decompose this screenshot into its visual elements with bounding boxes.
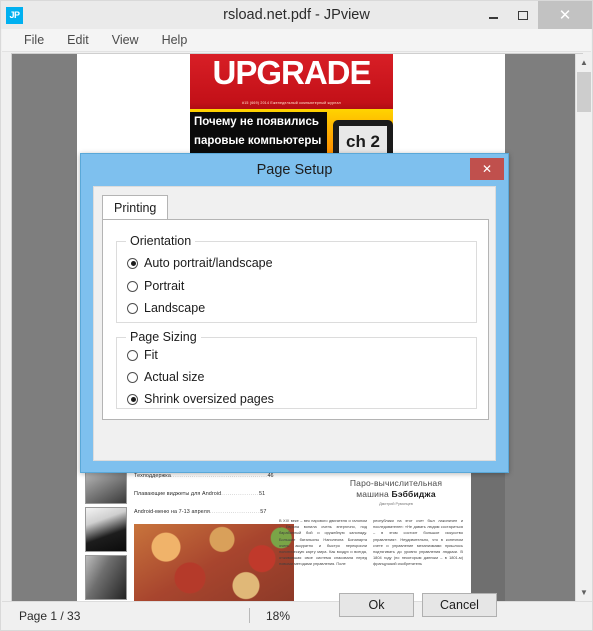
- application-window: JP rsload.net.pdf - JPview ✕ File Edit V…: [0, 0, 593, 631]
- article-column: Паро-вычислительная машина Бэббиджа Дмит…: [279, 470, 505, 601]
- article-body-column-1: В XIX веке – век парового двигателя и га…: [279, 518, 367, 567]
- product-thumbnail: [85, 555, 127, 600]
- cancel-button[interactable]: Cancel: [422, 593, 497, 617]
- dialog-close-button[interactable]: ✕: [470, 158, 504, 180]
- minimize-button[interactable]: [478, 1, 508, 29]
- magazine-headline: Почему не появились паровые компьютеры: [190, 112, 327, 153]
- toc-entry-page: 46: [267, 473, 274, 479]
- article-author: Дмитрий Румянцев: [379, 502, 413, 506]
- toc-entry-title: Техподдержка: [134, 473, 171, 479]
- radio-indicator: [127, 257, 138, 269]
- radio-indicator: [127, 302, 138, 314]
- minimize-icon: [488, 17, 498, 19]
- scroll-up-icon[interactable]: ▲: [576, 54, 592, 71]
- toc-entry-page: 57: [260, 509, 267, 515]
- radio-label: Auto portrait/landscape: [144, 256, 273, 270]
- close-icon: ✕: [481, 162, 493, 176]
- radio-label: Shrink oversized pages: [144, 392, 274, 406]
- radio-indicator: [127, 393, 138, 405]
- title-bar: JP rsload.net.pdf - JPview ✕: [1, 1, 592, 29]
- menu-item-edit[interactable]: Edit: [58, 30, 98, 50]
- headline-line-1: Почему не появились: [194, 116, 319, 128]
- toc-entry: Android-меню на 7-13 апреля.............…: [134, 509, 266, 515]
- maximize-icon: [518, 10, 528, 20]
- page-lower-content: Техподдержка............................…: [77, 459, 505, 601]
- menu-item-view[interactable]: View: [103, 30, 148, 50]
- radio-portrait[interactable]: Portrait: [127, 279, 184, 293]
- toc-entry-title: Плавающие виджеты для Android: [134, 491, 222, 497]
- article-title-line-1: Паро-вычислительная: [349, 478, 443, 488]
- page-setup-dialog: Page Setup ✕ Printing Orientation Auto p…: [80, 153, 509, 617]
- menu-bar: File Edit View Help: [2, 29, 591, 52]
- toc-entry-dots: ........................................…: [170, 473, 268, 479]
- ok-button[interactable]: Ok: [339, 593, 414, 617]
- radio-label: Actual size: [144, 370, 205, 384]
- page-sizing-group: Page Sizing Fit Actual size Shrink overs…: [116, 330, 477, 409]
- status-bar: Page 1 / 33 18%: [2, 601, 592, 629]
- radio-indicator: [127, 371, 138, 383]
- magazine-logo-up: UP: [212, 54, 257, 91]
- dialog-tab-strip: Printing: [102, 195, 489, 220]
- article-title-emphasis: Бэббиджа: [391, 489, 436, 499]
- toc-entry-dots: ........................: [209, 509, 261, 515]
- menu-item-file[interactable]: File: [15, 30, 53, 50]
- radio-label: Portrait: [144, 279, 185, 293]
- article-photo: [134, 524, 294, 601]
- article-title: Паро-вычислительная машина Бэббиджа: [301, 478, 491, 500]
- radio-label: Landscape: [144, 301, 206, 315]
- page-sizing-group-label: Page Sizing: [126, 330, 201, 344]
- product-thumbnail-column: [85, 459, 127, 601]
- orientation-group: Orientation Auto portrait/landscape Port…: [116, 234, 477, 323]
- magazine-subtitle: #15 (669) 2014 Еженедельный компьютерный…: [242, 101, 341, 105]
- scrollbar-thumb[interactable]: [577, 72, 591, 112]
- dialog-title: Page Setup: [256, 162, 333, 178]
- app-icon: JP: [6, 6, 23, 24]
- radio-label: Fit: [144, 348, 158, 362]
- product-thumbnail: [85, 507, 127, 552]
- radio-landscape[interactable]: Landscape: [127, 301, 205, 315]
- toc-entry: Техподдержка............................…: [134, 473, 274, 479]
- magazine-logo: UPGRADE: [190, 54, 393, 94]
- radio-shrink-oversized-pages[interactable]: Shrink oversized pages: [127, 392, 274, 406]
- menu-item-help[interactable]: Help: [153, 30, 197, 50]
- toc-entry-title: Android-меню на 7-13 апреля: [134, 509, 210, 515]
- article-sidebar-block: [471, 470, 505, 601]
- radio-fit[interactable]: Fit: [127, 348, 158, 362]
- article-title-line-2: машина: [356, 489, 392, 499]
- scroll-down-icon[interactable]: ▼: [576, 584, 592, 601]
- status-zoom-indicator: 18%: [266, 608, 291, 623]
- toc-entry-page: 51: [259, 491, 266, 497]
- vertical-scrollbar[interactable]: ▲ ▼: [575, 54, 591, 601]
- article-body-column-2: республики на этот счет был лаконичен и …: [373, 518, 463, 567]
- magazine-cover-banner: UPGRADE #15 (669) 2014 Еженедельный комп…: [190, 54, 393, 109]
- maximize-button[interactable]: [508, 1, 538, 29]
- radio-auto-portrait-landscape[interactable]: Auto portrait/landscape: [127, 256, 273, 270]
- magazine-logo-grade: GRADE: [256, 54, 371, 91]
- close-button[interactable]: ✕: [538, 1, 592, 29]
- status-divider: [249, 608, 250, 623]
- toc-entry-dots: ..................: [221, 491, 260, 497]
- orientation-group-label: Orientation: [126, 234, 196, 248]
- radio-indicator: [127, 349, 138, 361]
- status-page-indicator: Page 1 / 33: [19, 608, 81, 623]
- headline-line-2: паровые компьютеры: [194, 135, 322, 147]
- tab-printing[interactable]: Printing: [102, 195, 169, 220]
- toc-entry: Плавающие виджеты для Android...........…: [134, 491, 265, 497]
- radio-actual-size[interactable]: Actual size: [127, 370, 204, 384]
- dialog-tab-panel: Orientation Auto portrait/landscape Port…: [102, 219, 489, 420]
- close-icon: ✕: [558, 6, 572, 24]
- dialog-body: Printing Orientation Auto portrait/lands…: [93, 186, 496, 461]
- radio-indicator: [127, 280, 138, 292]
